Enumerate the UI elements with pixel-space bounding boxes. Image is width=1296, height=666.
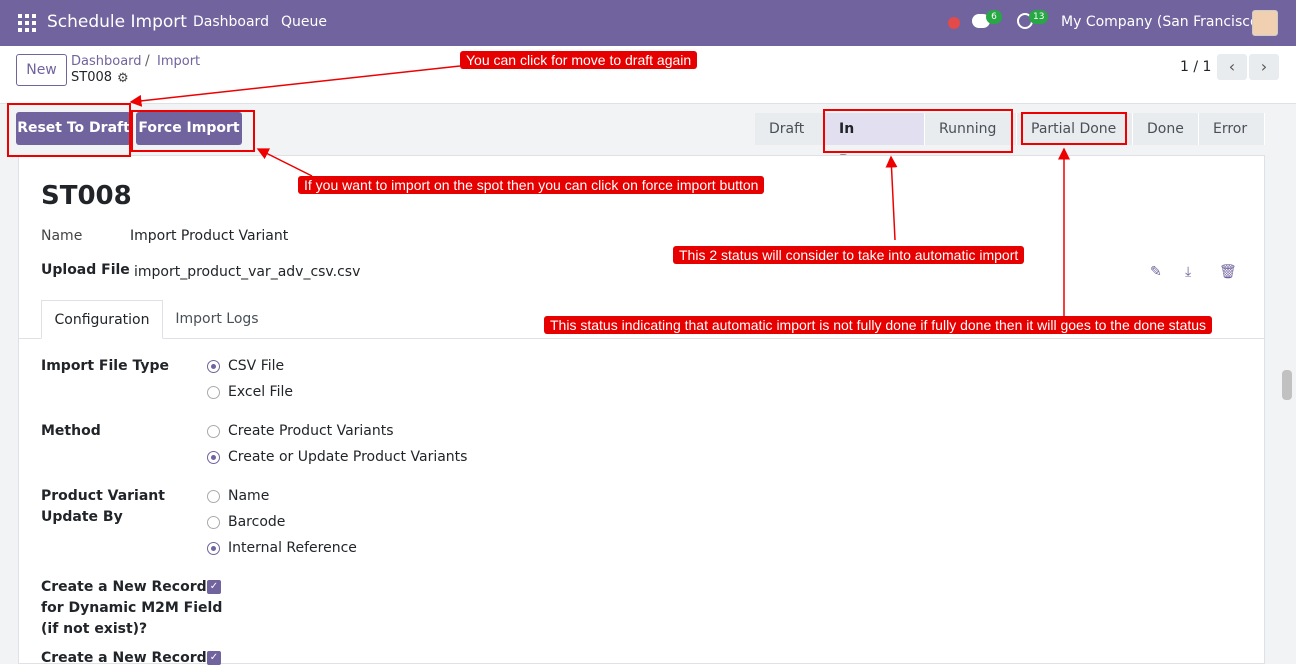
create-label: Create Product Variants <box>228 423 394 439</box>
scrollbar[interactable] <box>1282 370 1292 400</box>
gear-icon[interactable]: ⚙ <box>117 71 129 86</box>
nav-dashboard[interactable]: Dashboard <box>193 14 269 30</box>
record-title[interactable]: ST008 <box>41 181 132 211</box>
callout-force: If you want to import on the spot then y… <box>298 176 765 194</box>
barcode-option-label: Barcode <box>228 514 286 530</box>
m2m-label-1: Create a New Record <box>41 579 207 595</box>
name-option-label: Name <box>228 488 270 504</box>
status-error[interactable]: Error <box>1199 113 1265 145</box>
m2m-checkbox[interactable]: ✓ <box>207 580 221 594</box>
excel-label: Excel File <box>228 384 293 400</box>
update-by-label-1: Product Variant <box>41 488 165 504</box>
reset-to-draft-button[interactable]: Reset To Draft <box>16 112 131 145</box>
edit-icon[interactable]: ✎ <box>1150 264 1162 280</box>
callout-partial: This status indicating that automatic im… <box>544 316 1213 334</box>
m2m-label-2: for Dynamic M2M Field <box>41 600 223 616</box>
company-switcher[interactable]: My Company (San Francisco) <box>1061 14 1264 30</box>
radio-create[interactable] <box>207 425 220 438</box>
csv-label: CSV File <box>228 358 285 374</box>
app-title[interactable]: Schedule Import <box>47 12 187 32</box>
upload-file-value[interactable]: import_product_var_adv_csv.csv <box>134 264 360 280</box>
internal-reference-label: Internal Reference <box>228 540 357 556</box>
chat-badge: 6 <box>986 10 1002 24</box>
create-update-label: Create or Update Product Variants <box>228 449 468 465</box>
breadcrumb-separator: / <box>145 53 150 69</box>
status-running[interactable]: Running <box>925 113 1017 145</box>
top-navbar: Schedule Import Dashboard Queue 6 13 My … <box>0 0 1296 46</box>
pager-prev-icon[interactable]: ‹ <box>1217 54 1247 80</box>
callout-auto: This 2 status will consider to take into… <box>673 246 1025 264</box>
callout-draft: You can click for move to draft again <box>460 51 698 69</box>
status-done[interactable]: Done <box>1133 113 1199 145</box>
activity-badge: 13 <box>1029 10 1049 24</box>
nav-queue[interactable]: Queue <box>281 14 327 30</box>
pager-value[interactable]: 1 / 1 <box>1180 59 1211 75</box>
record-icon[interactable] <box>948 17 960 29</box>
record-name: ST008 <box>71 70 113 85</box>
tab-import-logs[interactable]: Import Logs <box>168 300 266 339</box>
file-type-label: Import File Type <box>41 358 169 374</box>
name-value[interactable]: Import Product Variant <box>130 228 288 244</box>
breadcrumb-import[interactable]: Import <box>157 54 200 69</box>
next-checkbox[interactable]: ✓ <box>207 651 221 665</box>
radio-create-update[interactable] <box>207 451 220 464</box>
apps-menu-icon[interactable] <box>18 14 36 32</box>
radio-barcode[interactable] <box>207 516 220 529</box>
download-icon[interactable]: ⤓ <box>1185 264 1191 280</box>
breadcrumb-dashboard[interactable]: Dashboard <box>71 54 142 69</box>
status-in-progress[interactable]: In Progress <box>825 113 925 169</box>
new-button[interactable]: New <box>16 54 67 86</box>
status-draft[interactable]: Draft <box>755 113 825 145</box>
trash-icon[interactable]: 🗑 <box>1219 264 1237 280</box>
radio-name[interactable] <box>207 490 220 503</box>
status-bar: Draft In Progress Running Partial Done D… <box>755 113 1265 169</box>
status-partial-done[interactable]: Partial Done <box>1017 113 1133 145</box>
name-label: Name <box>41 228 83 244</box>
radio-excel[interactable] <box>207 386 220 399</box>
method-label: Method <box>41 423 101 439</box>
upload-file-label: Upload File <box>41 262 130 278</box>
update-by-label-2: Update By <box>41 509 123 525</box>
m2m-label-3: (if not exist)? <box>41 621 148 637</box>
pager-next-icon[interactable]: › <box>1249 54 1279 80</box>
radio-internal-reference[interactable] <box>207 542 220 555</box>
radio-csv[interactable] <box>207 360 220 373</box>
force-import-button[interactable]: Force Import <box>136 112 242 145</box>
tab-configuration[interactable]: Configuration <box>41 300 163 339</box>
user-avatar[interactable] <box>1252 10 1278 36</box>
